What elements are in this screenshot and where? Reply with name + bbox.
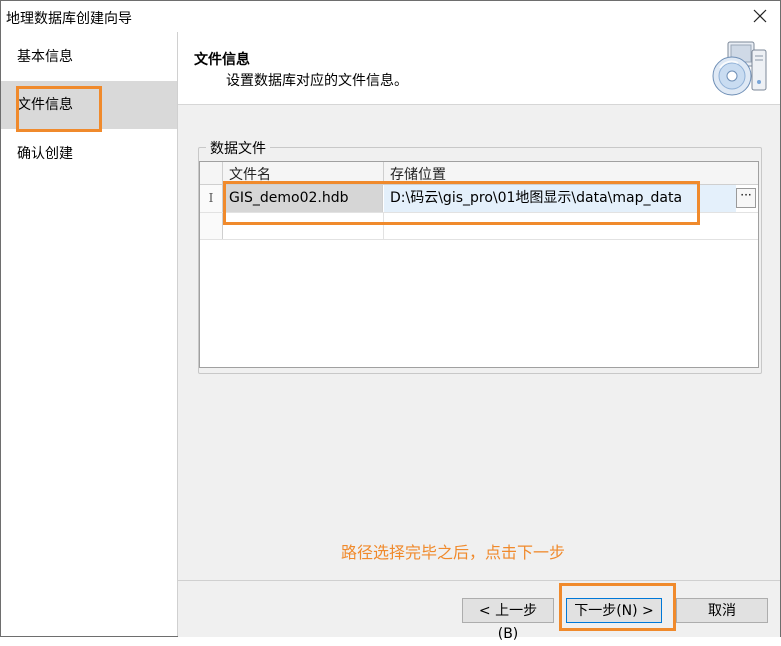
step-description: 设置数据库对应的文件信息。	[226, 73, 408, 89]
next-button[interactable]: 下一步(N) >	[566, 598, 662, 623]
prev-button[interactable]: < 上一步(B)	[462, 598, 554, 642]
file-name-cell[interactable]: GIS_demo02.hdb	[223, 185, 383, 212]
database-disc-icon	[712, 41, 767, 96]
step-file-info[interactable]: 文件信息	[1, 81, 177, 129]
title-bar: 地理数据库创建向导	[1, 1, 780, 32]
wizard-window: 地理数据库创建向导 基本信息 文件信息 确认创建 文件信息 设置数据库对应的文件…	[0, 0, 781, 642]
browse-path-button[interactable]: ···	[736, 188, 756, 208]
column-header-file-name[interactable]: 文件名	[223, 162, 384, 184]
close-button[interactable]	[746, 3, 774, 29]
storage-path-cell[interactable]: D:\码云\gis_pro\01地图显示\data\map_data	[384, 185, 736, 212]
close-icon	[753, 9, 767, 23]
wizard-steps-sidebar: 基本信息 文件信息 确认创建	[1, 32, 178, 636]
data-file-group-title: 数据文件	[206, 138, 270, 158]
file-name-cell-empty[interactable]	[223, 213, 384, 239]
step-title: 文件信息	[194, 52, 250, 68]
table-row-empty	[200, 213, 758, 240]
table-row: I GIS_demo02.hdb D:\码云\gis_pro\01地图显示\da…	[200, 185, 758, 213]
instruction-annotation: 路径选择完毕之后，点击下一步	[341, 543, 566, 562]
step-basic-info[interactable]: 基本信息	[1, 33, 177, 81]
grid-header-corner	[200, 162, 223, 184]
wizard-footer: < 上一步(B) 下一步(N) > 取消	[178, 580, 780, 642]
row-edit-indicator: I	[200, 185, 223, 212]
storage-path-cell-empty[interactable]	[384, 213, 758, 239]
step-header: 文件信息 设置数据库对应的文件信息。	[178, 32, 780, 105]
main-panel: 数据文件 文件名 存储位置 I GIS_demo02.hdb D:\码云\gis…	[178, 105, 780, 579]
step-confirm-create[interactable]: 确认创建	[1, 130, 177, 178]
column-header-storage-location[interactable]: 存储位置	[384, 162, 758, 184]
window-title: 地理数据库创建向导	[6, 11, 132, 27]
row-indicator-empty	[200, 213, 223, 239]
grid-header: 文件名 存储位置	[200, 162, 758, 185]
file-grid: 文件名 存储位置 I GIS_demo02.hdb D:\码云\gis_pro\…	[199, 161, 759, 368]
cancel-button[interactable]: 取消	[676, 598, 768, 623]
